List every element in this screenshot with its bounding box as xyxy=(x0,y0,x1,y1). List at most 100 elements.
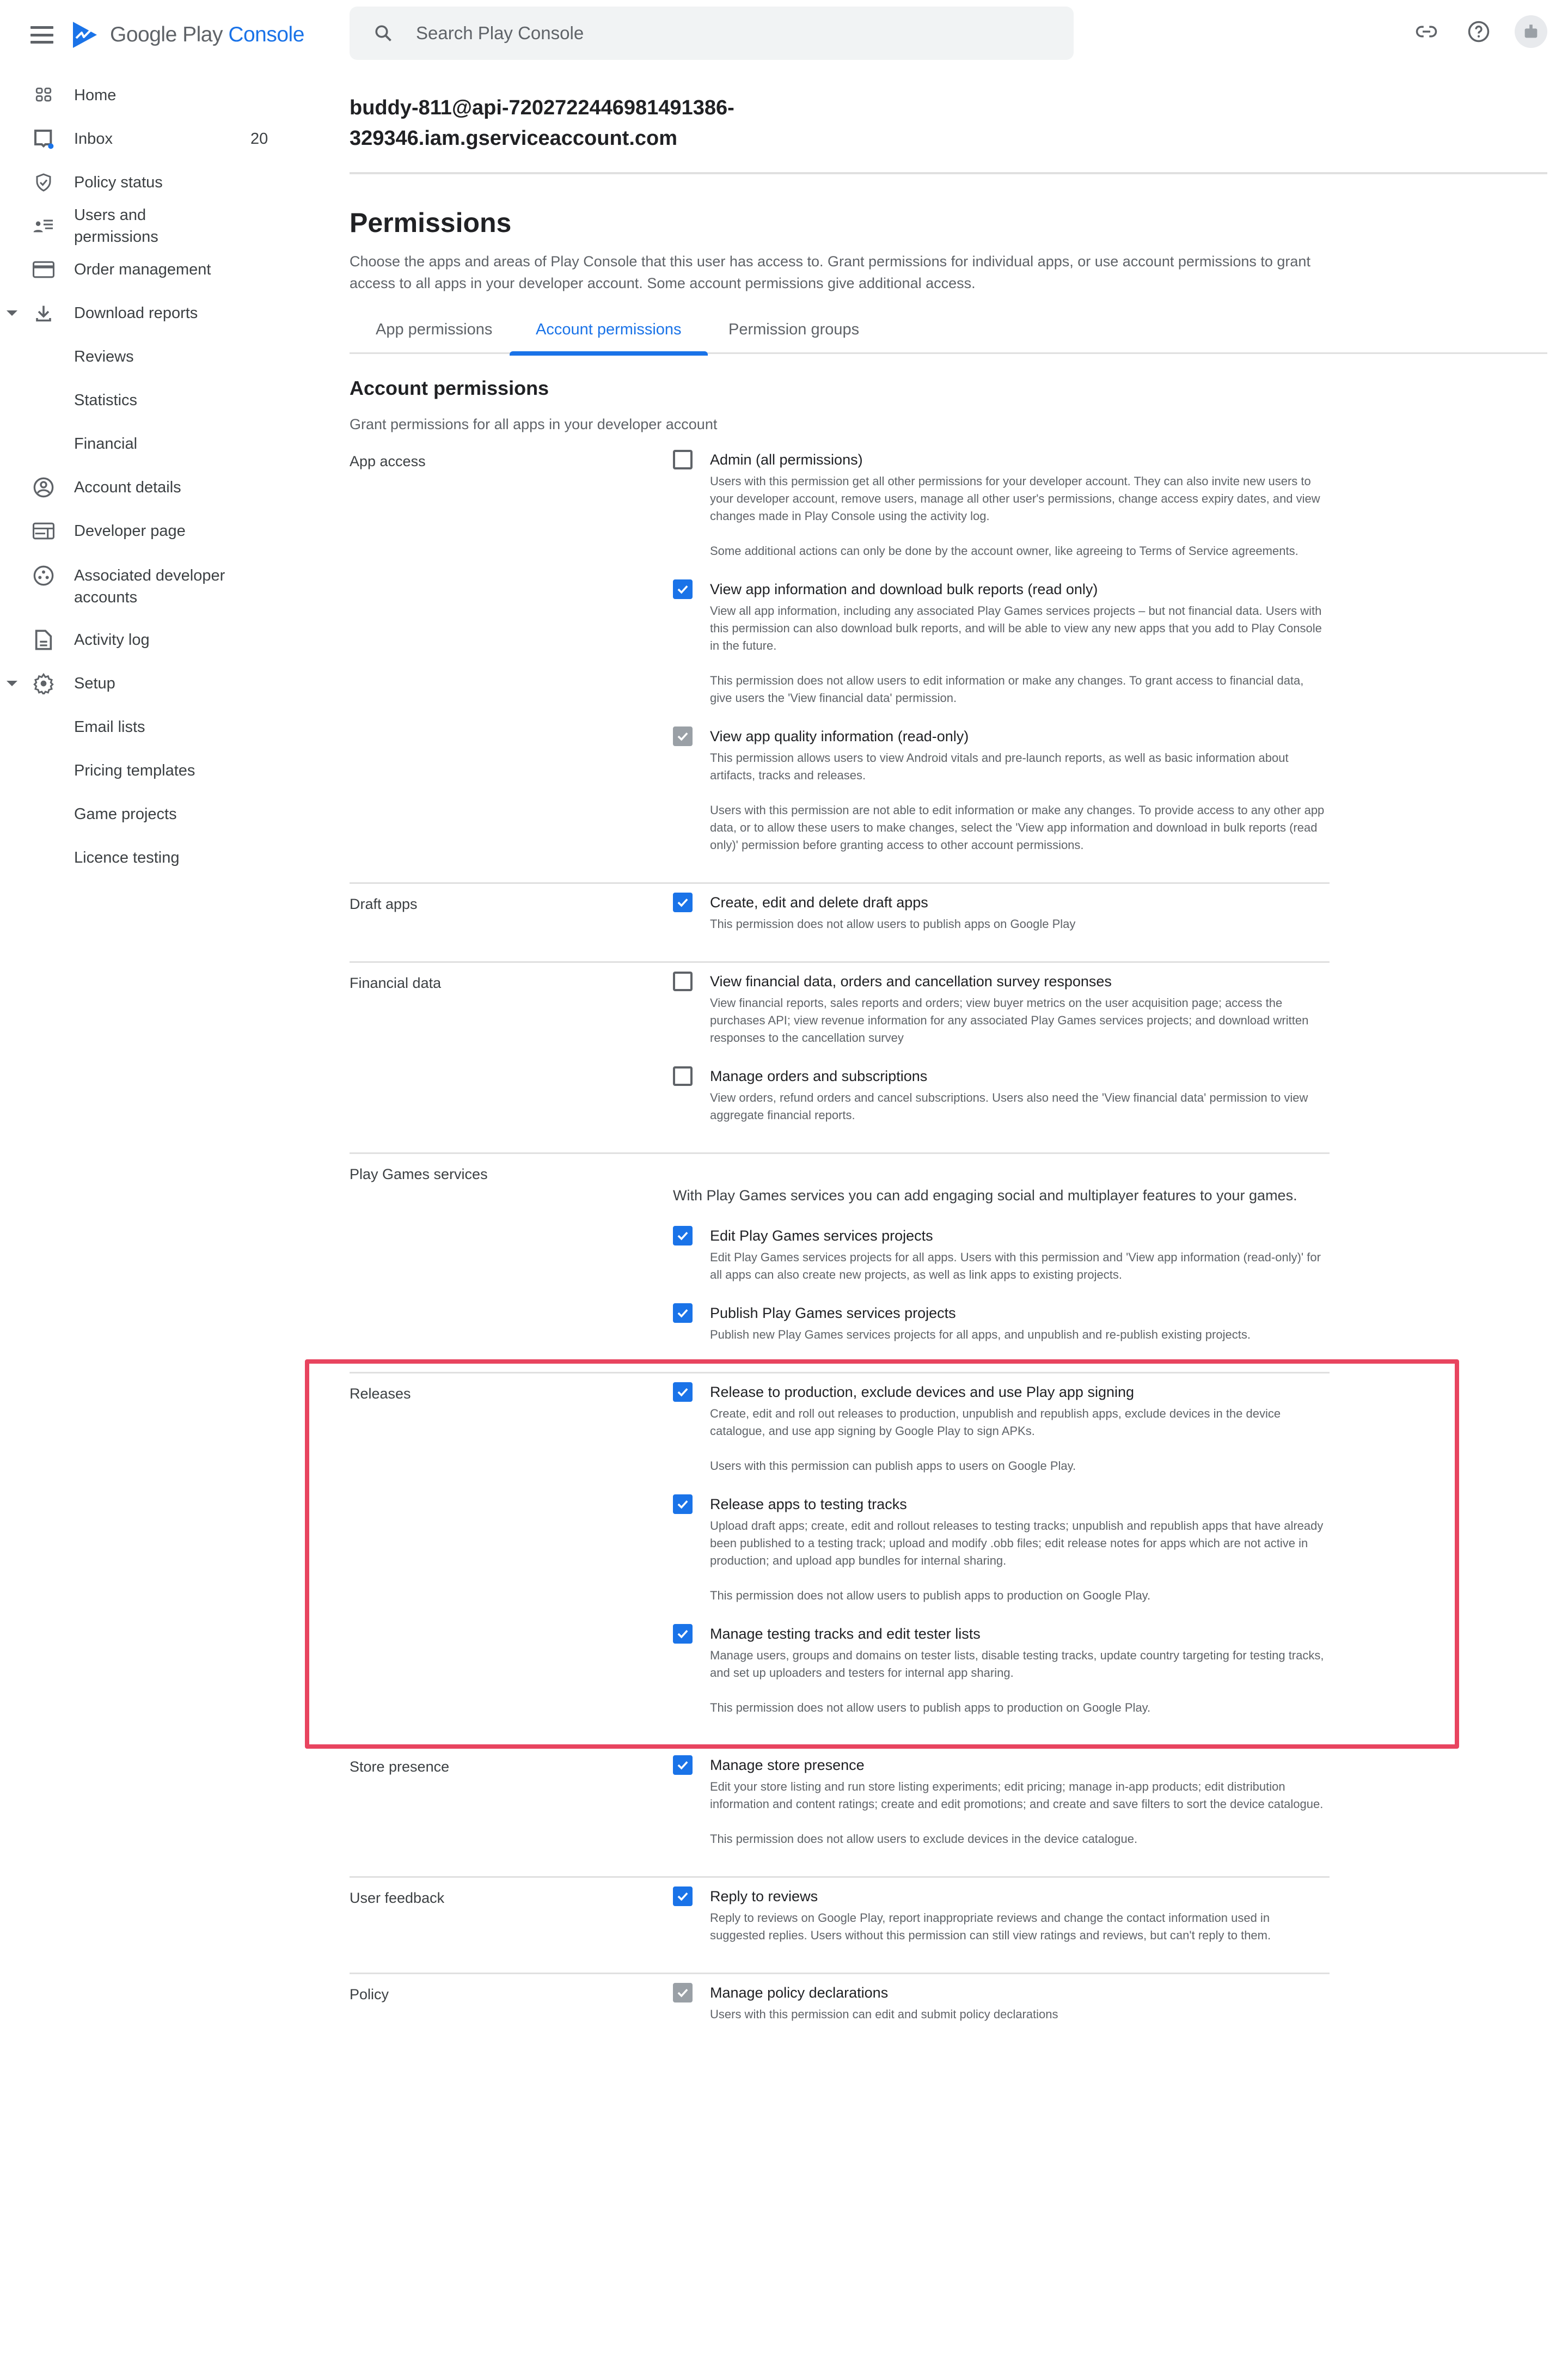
account-email: buddy-811@api-7202722446981491386-329346… xyxy=(350,96,734,150)
permission-description: View orders, refund orders and cancel su… xyxy=(710,1091,1308,1122)
search-input[interactable] xyxy=(416,23,1015,44)
permission-checkbox[interactable] xyxy=(673,1624,693,1644)
sidebar: Google Play Console Home Inbox 20 Policy st… xyxy=(0,0,305,2375)
group-label: Draft apps xyxy=(350,896,418,912)
sidebar-item-email-lists[interactable]: Email lists xyxy=(0,705,305,749)
permission-title: Publish Play Games services projects xyxy=(710,1305,956,1321)
sidebar-item-financial[interactable]: Financial xyxy=(0,422,305,466)
caret-down-icon[interactable] xyxy=(7,681,17,686)
page-title: Permissions xyxy=(350,207,512,238)
sidebar-item-developer-page[interactable]: Developer page xyxy=(0,509,305,553)
permission-checkbox xyxy=(673,726,693,746)
permission-checkbox[interactable] xyxy=(673,893,693,912)
brand: Google Play Console xyxy=(30,16,304,53)
sidebar-item-label: Order management xyxy=(74,261,211,278)
sidebar-item-label: Pricing templates xyxy=(74,762,195,779)
sidebar-item-licence-testing[interactable]: Licence testing xyxy=(0,836,305,880)
inbox-count-badge: 20 xyxy=(250,130,268,148)
permission-tabs: App permissions Account permissions Permis… xyxy=(350,310,1547,356)
permission-checkbox[interactable] xyxy=(673,1226,693,1245)
sidebar-item-inbox[interactable]: Inbox 20 xyxy=(0,117,305,161)
group-label: Store presence xyxy=(350,1759,450,1775)
sidebar-item-associated-developer-accounts[interactable]: Associated developer accounts xyxy=(0,553,305,618)
app-title[interactable]: Google Play Console xyxy=(110,23,304,47)
permission-description: This permission allows users to view And… xyxy=(710,751,1289,782)
permission-title: View app information and download bulk r… xyxy=(710,581,1098,597)
sidebar-item-label: Reviews xyxy=(74,348,134,365)
credit-card-icon xyxy=(32,258,56,282)
sidebar-item-label: Setup xyxy=(74,675,115,692)
sidebar-item-label: Download reports xyxy=(74,304,198,322)
sidebar-item-pricing-templates[interactable]: Pricing templates xyxy=(0,749,305,792)
users-list-icon xyxy=(32,214,56,238)
sidebar-item-game-projects[interactable]: Game projects xyxy=(0,792,305,836)
developer-page-icon xyxy=(32,519,56,543)
group-label: App access xyxy=(350,453,426,469)
permission-description: This permission does not allow users to … xyxy=(710,917,1076,931)
permission-group-store-presence: Store presence Manage store presence Edit… xyxy=(350,1747,1330,1878)
permission-description: Create, edit and roll out releases to pr… xyxy=(710,1407,1281,1438)
sidebar-item-statistics[interactable]: Statistics xyxy=(0,378,305,422)
group-label: User feedback xyxy=(350,1890,445,1906)
permission-item: Manage policy declarations Users with thi… xyxy=(673,1983,1326,2023)
permission-item: Admin (all permissions) Users with this p… xyxy=(673,450,1326,560)
permission-description: Publish new Play Games services projects… xyxy=(710,1328,1251,1341)
search-icon xyxy=(375,25,391,41)
help-icon[interactable] xyxy=(1462,15,1495,48)
sidebar-item-label: Associated developer accounts xyxy=(74,567,225,606)
sidebar-item-label: Policy status xyxy=(74,174,163,191)
hamburger-menu-icon[interactable] xyxy=(30,26,53,44)
permission-checkbox[interactable] xyxy=(673,1066,693,1086)
account-avatar[interactable] xyxy=(1515,15,1547,48)
permission-group-play-games-services: Play Games services With Play Games servi… xyxy=(350,1154,1330,1373)
permission-checkbox[interactable] xyxy=(673,1494,693,1514)
page-description: Choose the apps and areas of Play Consol… xyxy=(350,253,1310,291)
sidebar-item-policy-status[interactable]: Policy status xyxy=(0,161,305,204)
sidebar-item-home[interactable]: Home xyxy=(0,74,305,117)
group-label: Financial data xyxy=(350,975,442,991)
sidebar-item-label: Statistics xyxy=(74,392,138,409)
permission-checkbox[interactable] xyxy=(673,972,693,991)
permission-title: Create, edit and delete draft apps xyxy=(710,894,928,911)
permission-description: View financial reports, sales reports an… xyxy=(710,996,1309,1045)
permission-title: Admin (all permissions) xyxy=(710,451,863,468)
permission-title: Edit Play Games services projects xyxy=(710,1228,933,1244)
permission-checkbox[interactable] xyxy=(673,1886,693,1906)
sidebar-nav: Home Inbox 20 Policy status Users and permis… xyxy=(0,74,305,880)
permission-checkbox[interactable] xyxy=(673,579,693,599)
sidebar-item-label: Users and permissions xyxy=(74,206,158,246)
permission-title: Manage testing tracks and edit tester li… xyxy=(710,1626,981,1642)
permission-checkbox[interactable] xyxy=(673,450,693,469)
tab-app-permissions[interactable]: App permissions xyxy=(350,310,518,354)
sidebar-item-setup[interactable]: Setup xyxy=(0,662,305,705)
sidebar-item-label: Financial xyxy=(74,435,138,453)
sidebar-item-activity-log[interactable]: Activity log xyxy=(0,618,305,662)
document-icon xyxy=(32,628,56,652)
sidebar-item-account-details[interactable]: Account details xyxy=(0,466,305,509)
gear-icon xyxy=(32,671,56,695)
permission-checkbox[interactable] xyxy=(673,1382,693,1402)
permission-checkbox[interactable] xyxy=(673,1755,693,1775)
permission-description: Users with this permission are not able … xyxy=(710,803,1325,852)
link-icon[interactable] xyxy=(1410,15,1443,48)
sidebar-item-download-reports[interactable]: Download reports xyxy=(0,291,305,335)
main-content: buddy-811@api-7202722446981491386-329346… xyxy=(350,93,1547,2021)
permission-title: View financial data, orders and cancella… xyxy=(710,973,1112,990)
search-bar[interactable] xyxy=(350,7,1074,60)
permission-group-releases: Releases Release to production, exclude … xyxy=(350,1373,1330,1747)
permission-checkbox[interactable] xyxy=(673,1303,693,1323)
permission-item: View app information and download bulk r… xyxy=(673,579,1326,707)
permission-description: Some additional actions can only be done… xyxy=(710,544,1298,558)
caret-down-icon[interactable] xyxy=(7,310,17,316)
permission-title: Release to production, exclude devices a… xyxy=(710,1384,1135,1400)
tab-permission-groups[interactable]: Permission groups xyxy=(702,310,885,354)
account-circle-icon xyxy=(32,475,56,499)
sidebar-item-reviews[interactable]: Reviews xyxy=(0,335,305,378)
permission-item: Manage store presence Edit your store lis… xyxy=(673,1755,1326,1848)
group-intro: With Play Games services you can add eng… xyxy=(673,1187,1297,1204)
sidebar-item-users-and-permissions[interactable]: Users and permissions xyxy=(0,204,305,248)
permission-title: Reply to reviews xyxy=(710,1888,818,1904)
sidebar-item-label: Developer page xyxy=(74,522,186,540)
tab-account-permissions[interactable]: Account permissions xyxy=(510,310,708,356)
sidebar-item-order-management[interactable]: Order management xyxy=(0,248,305,291)
